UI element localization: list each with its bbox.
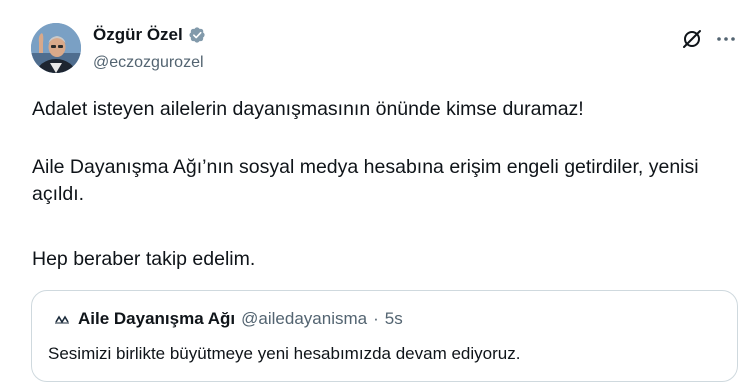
- author-name-row: Özgür Özel: [93, 25, 207, 45]
- separator-dot: ·: [373, 309, 379, 328]
- avatar[interactable]: [31, 23, 81, 73]
- tweet: Özgür Özel @eczozgurozel Adalet isteyen …: [0, 0, 752, 387]
- more-dots-icon[interactable]: [714, 27, 738, 51]
- post-paragraph: Adalet isteyen ailelerin dayanışmasının …: [32, 98, 584, 120]
- quoted-post-text: Sesimizi birlikte büyütmeye yeni hesabım…: [48, 344, 521, 363]
- quoted-post[interactable]: Aile Dayanışma Ağı @ailedayanisma · 5s S…: [31, 290, 738, 382]
- post-paragraph: Aile Dayanışma Ağı’nın sosyal medya hesa…: [32, 156, 699, 205]
- quoted-post-display-name[interactable]: Aile Dayanışma Ağı: [78, 309, 235, 329]
- quoted-post-avatar[interactable]: [52, 309, 72, 329]
- author-display-name[interactable]: Özgür Özel: [93, 25, 183, 45]
- author-handle[interactable]: @eczozgurozel: [93, 54, 204, 72]
- quoted-post-handle[interactable]: @ailedayanisma: [241, 309, 367, 329]
- verified-badge-icon[interactable]: [187, 25, 207, 45]
- quoted-post-time[interactable]: 5s: [385, 309, 403, 329]
- post-paragraph: Hep beraber takip edelim.: [32, 248, 256, 270]
- grok-icon[interactable]: [680, 27, 704, 51]
- quoted-post-header: Aile Dayanışma Ağı @ailedayanisma · 5s: [52, 309, 403, 329]
